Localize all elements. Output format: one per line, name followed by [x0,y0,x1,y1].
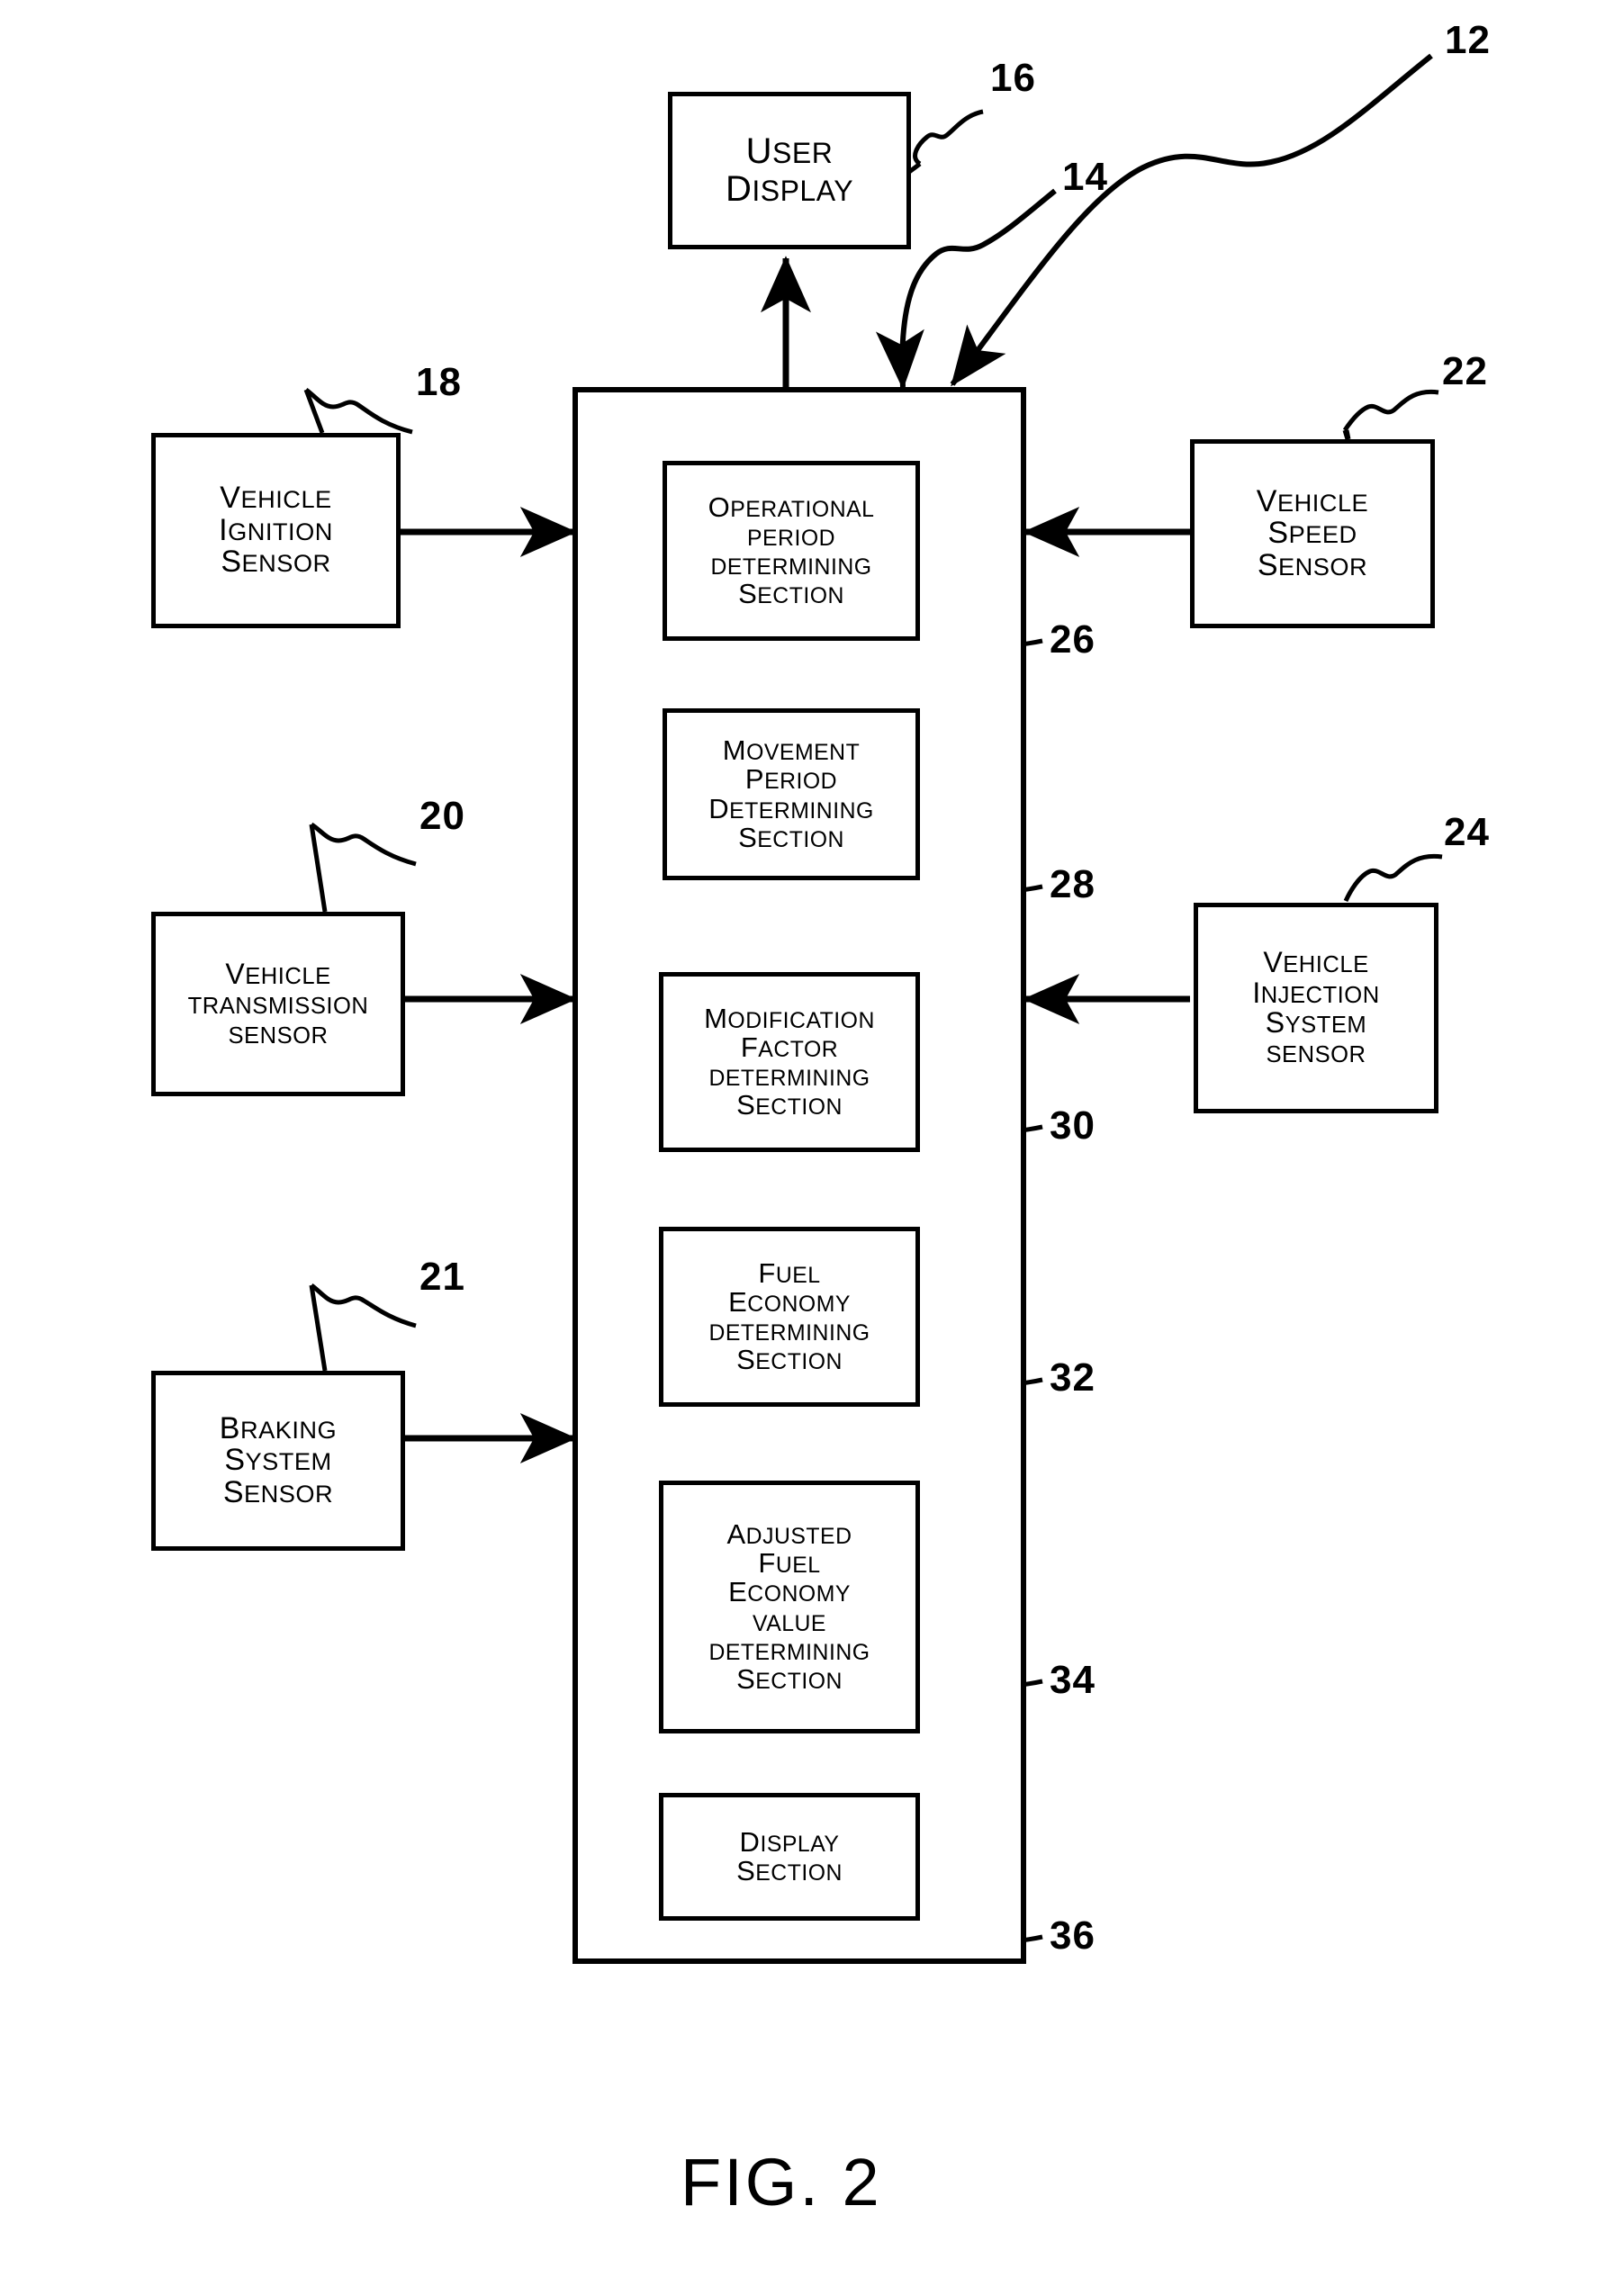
vehicle-speed-sensor-line-2: SENSOR [1257,547,1368,582]
vehicle-transmission-sensor-line-0: VEHICLE [225,957,331,990]
movement-period-determining-section-line-0: MOVEMENT [722,734,861,767]
braking-system-sensor-line-0: BRAKING [219,1410,338,1445]
vehicle-transmission-sensor-line-2: SENSOR [228,1023,329,1049]
ref-12: 12 [1445,18,1491,62]
movement-period-determining-section-box[interactable]: MOVEMENT PERIOD DETERMINING SECTION [663,708,920,880]
ref-30: 30 [1050,1103,1096,1148]
display-section-line-1: SECTION [736,1855,843,1886]
vehicle-ignition-sensor-line-1: IGNITION [219,512,333,547]
adjusted-fuel-economy-value-determining-section-line-1: FUEL [758,1547,821,1580]
leader-20 [310,822,417,867]
leader-22 [1342,389,1439,432]
fuel-economy-determining-section-line-2: DETERMINING [708,1321,870,1346]
ref-16: 16 [990,56,1036,100]
vehicle-injection-system-sensor-line-3: SENSOR [1266,1042,1366,1068]
operational-period-determining-section-line-1: PERIOD [746,526,836,551]
ref-14: 14 [1062,155,1108,199]
vehicle-speed-sensor-line-1: SPEED [1267,516,1357,551]
leader-21-tail [309,1284,328,1372]
ref-34: 34 [1050,1658,1096,1702]
ref-26: 26 [1050,617,1096,662]
operational-period-determining-section-box[interactable]: OPERATIONAL PERIOD DETERMINING SECTION [663,461,920,641]
adjusted-fuel-economy-value-determining-section-line-3: VALUE [753,1611,826,1636]
leader-22-seg [1348,393,1438,441]
modification-factor-determining-section-line-3: SECTION [736,1089,843,1121]
adjusted-fuel-economy-value-determining-section-box[interactable]: ADJUSTED FUEL ECONOMY VALUE DETERMINING SECTI… [659,1481,920,1733]
leader-12 [950,53,1433,387]
vehicle-ignition-sensor-line-2: SENSOR [221,545,331,580]
fuel-economy-determining-section-line-0: FUEL [758,1256,821,1289]
leader-24 [1343,853,1443,903]
user-display-line-1: DISPLAY [725,168,854,209]
movement-period-determining-section-line-1: PERIOD [744,763,838,796]
ref-22: 22 [1442,349,1488,393]
patent-figure-page: USER DISPLAY 16 12 14 VEHICLE IGNITION SENS… [0,0,1605,2296]
modification-factor-determining-section-line-0: MODIFICATION [704,1002,875,1034]
fuel-economy-determining-section-line-3: SECTION [736,1344,843,1376]
modification-factor-determining-section-box[interactable]: MODIFICATION FACTOR DETERMINING SECTION [659,972,920,1152]
ref-28: 28 [1050,862,1096,906]
leader-21 [310,1283,417,1328]
user-display-line-0: USER [745,131,834,171]
modification-factor-determining-section-line-2: DETERMINING [708,1067,870,1091]
ref-36: 36 [1050,1913,1096,1958]
vehicle-speed-sensor-box[interactable]: VEHICLE SPEED SENSOR [1190,439,1435,628]
braking-system-sensor-line-1: SYSTEM [224,1443,332,1478]
leader-22-tail [1342,429,1350,440]
operational-period-determining-section-line-3: SECTION [738,578,844,610]
leader-18-tail [306,390,320,432]
leader-20-line [311,824,326,912]
user-display-box[interactable]: USER DISPLAY [668,92,911,249]
vehicle-injection-system-sensor-box[interactable]: VEHICLE INJECTION SYSTEM SENSOR [1194,903,1438,1113]
ref-24: 24 [1444,810,1490,854]
leader-14 [875,188,1057,390]
movement-period-determining-section-line-2: DETERMINING [708,792,874,824]
vehicle-ignition-sensor-line-0: VEHICLE [220,481,332,516]
leader-18 [304,387,413,435]
fuel-economy-determining-section-box[interactable]: FUEL ECONOMY DETERMINING SECTION [659,1227,920,1407]
operational-period-determining-section-line-0: OPERATIONAL [708,491,875,523]
display-section-line-0: DISPLAY [739,1825,840,1858]
modification-factor-determining-section-line-1: FACTOR [740,1031,839,1063]
adjusted-fuel-economy-value-determining-section-line-2: ECONOMY [728,1576,851,1608]
adjusted-fuel-economy-value-determining-section-line-5: SECTION [736,1662,843,1695]
braking-system-sensor-box[interactable]: BRAKING SYSTEM SENSOR [151,1371,405,1551]
vehicle-injection-system-sensor-line-2: SYSTEM [1265,1006,1367,1039]
adjusted-fuel-economy-value-determining-section-line-0: ADJUSTED [726,1517,852,1550]
adjusted-fuel-economy-value-determining-section-line-4: DETERMINING [708,1640,870,1665]
ref-20: 20 [419,794,465,838]
leader-20-tail [309,824,328,913]
figure-caption: FIG. 2 [681,2145,882,2219]
ref-21: 21 [419,1255,465,1299]
leader-18-line [303,389,325,434]
leader-22-down [1344,429,1351,440]
operational-period-determining-section-line-2: DETERMINING [710,555,872,580]
braking-system-sensor-line-2: SENSOR [222,1474,334,1509]
movement-period-determining-section-line-3: SECTION [738,821,844,853]
vehicle-transmission-sensor-box[interactable]: VEHICLE TRANSMISSION SENSOR [151,912,405,1096]
vehicle-injection-system-sensor-line-1: INJECTION [1252,976,1380,1009]
ref-18: 18 [416,360,462,404]
leader-16 [913,109,984,167]
vehicle-injection-system-sensor-line-0: VEHICLE [1263,946,1369,979]
fuel-economy-determining-section-line-1: ECONOMY [728,1285,851,1318]
ref-32: 32 [1050,1355,1096,1400]
display-section-box[interactable]: DISPLAY SECTION [659,1793,920,1921]
vehicle-transmission-sensor-line-1: TRANSMISSION [187,993,369,1019]
vehicle-speed-sensor-line-0: VEHICLE [1256,483,1369,518]
vehicle-ignition-sensor-box[interactable]: VEHICLE IGNITION SENSOR [151,433,401,628]
